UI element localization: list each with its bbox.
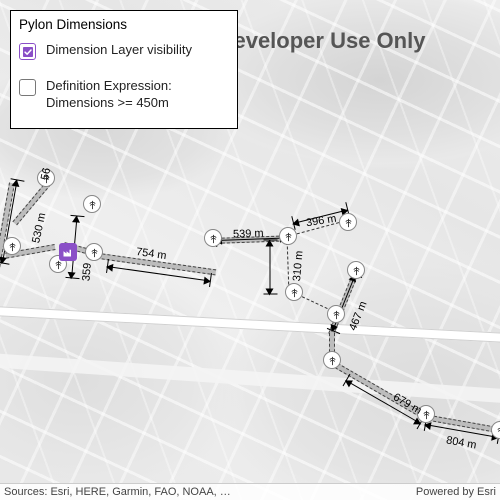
pylon-marker[interactable] xyxy=(339,213,357,231)
pylon-marker[interactable] xyxy=(279,227,297,245)
pylon-marker[interactable] xyxy=(83,195,101,213)
attribution-sources: Sources: Esri, HERE, Garmin, FAO, NOAA, … xyxy=(4,486,231,498)
checkbox-visibility[interactable] xyxy=(19,43,36,60)
poi-marker[interactable] xyxy=(59,243,77,261)
pylon-marker[interactable] xyxy=(347,261,365,279)
checkbox-visibility-label: Dimension Layer visibility xyxy=(46,42,192,59)
option-visibility[interactable]: Dimension Layer visibility xyxy=(19,42,229,60)
pylon-marker[interactable] xyxy=(37,169,55,187)
dimension-tick xyxy=(264,294,278,295)
checkbox-definition-expression-label: Definition Expression: Dimensions >= 450… xyxy=(46,78,229,112)
map-viewport[interactable]: Licensed For Developer Use Only 56530 m3… xyxy=(0,0,500,500)
pylon-marker[interactable] xyxy=(285,283,303,301)
attribution-bar: Sources: Esri, HERE, Garmin, FAO, NOAA, … xyxy=(0,483,500,500)
checkbox-definition-expression[interactable] xyxy=(19,79,36,96)
check-icon xyxy=(23,47,33,57)
pylon-marker[interactable] xyxy=(85,243,103,261)
dimension-arrow xyxy=(270,241,271,295)
factory-icon xyxy=(62,246,74,258)
pylon-marker[interactable] xyxy=(417,405,435,423)
attribution-powered[interactable]: Powered by Esri xyxy=(416,486,496,498)
panel-title: Pylon Dimensions xyxy=(19,17,229,32)
pylon-marker[interactable] xyxy=(204,229,222,247)
pylon-marker[interactable] xyxy=(3,237,21,255)
option-definition-expression[interactable]: Definition Expression: Dimensions >= 450… xyxy=(19,78,229,112)
pylon-marker[interactable] xyxy=(327,305,345,323)
pylon-marker[interactable] xyxy=(323,351,341,369)
dimension-tick xyxy=(264,240,278,241)
layer-options-panel: Pylon Dimensions Dimension Layer visibil… xyxy=(10,10,238,129)
